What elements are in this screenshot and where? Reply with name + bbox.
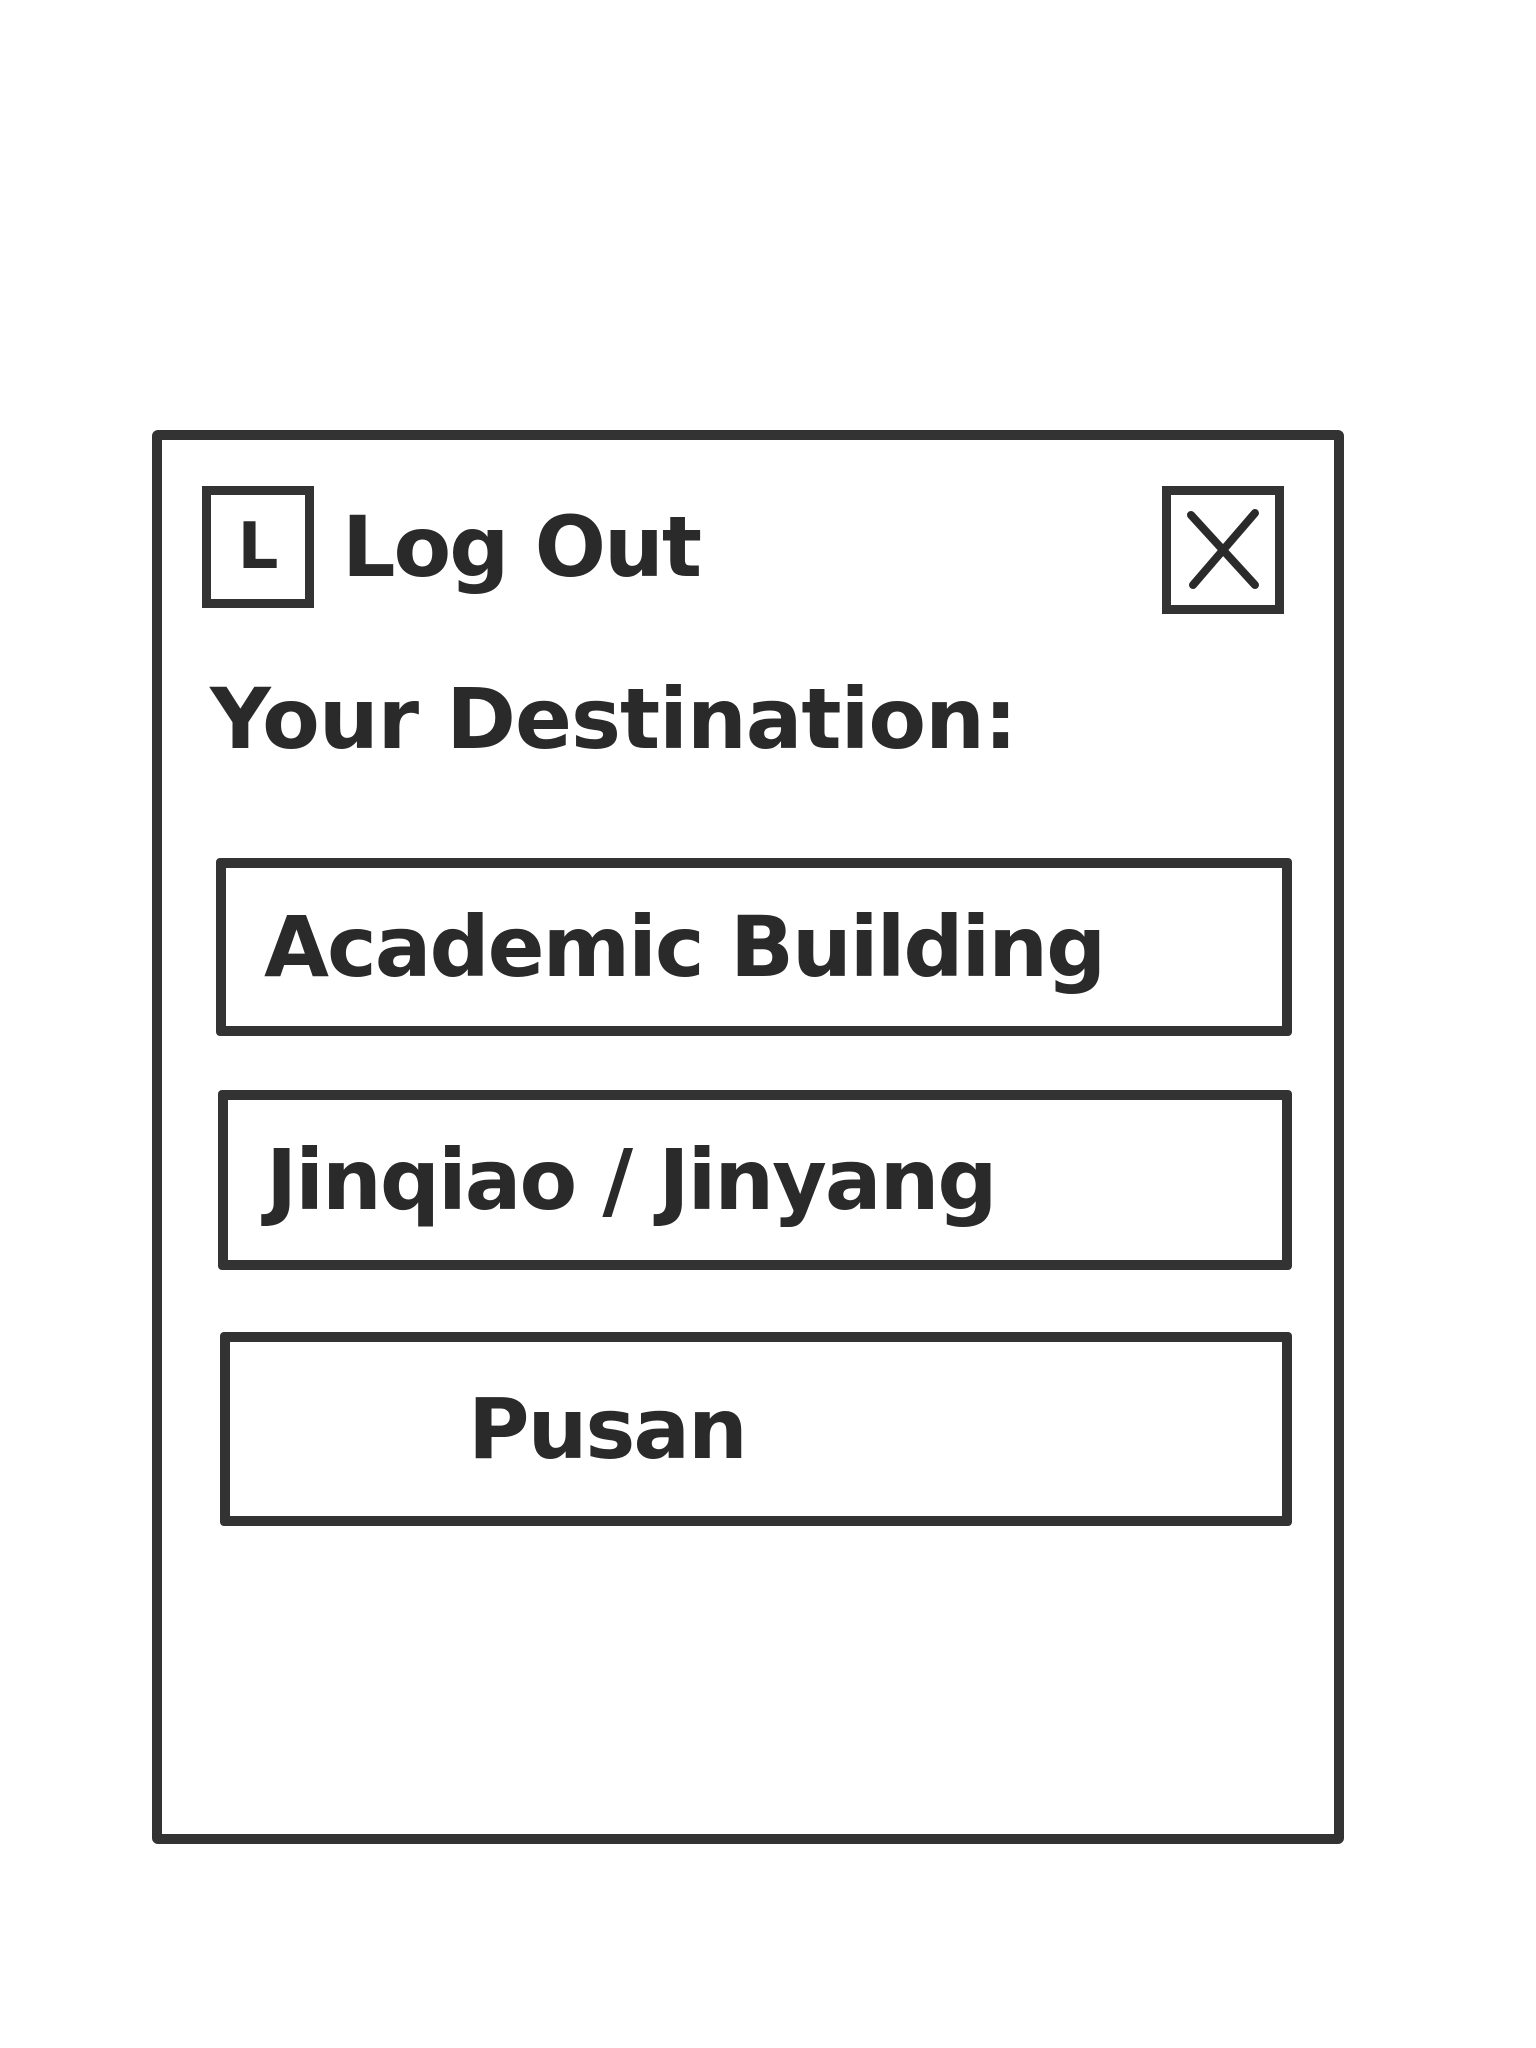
logout-icon-letter: L [237,510,279,584]
logout-label: Log Out [342,498,702,596]
destination-option-jinqiao-jinyang[interactable]: Jinqiao / Jinyang [218,1090,1292,1270]
destination-option-pusan[interactable]: Pusan [220,1332,1292,1526]
logout-icon: L [202,486,314,608]
destination-option-label: Pusan [468,1380,748,1478]
logout-button[interactable]: L Log Out [202,486,702,608]
close-button[interactable] [1162,486,1284,614]
destination-option-academic-building[interactable]: Academic Building [216,858,1292,1036]
destination-panel: L Log Out Your Destination: Academic Bui… [152,430,1344,1844]
destination-heading: Your Destination: [210,670,1017,768]
destination-option-label: Jinqiao / Jinyang [266,1131,998,1229]
destination-option-label: Academic Building [264,898,1106,996]
close-icon [1187,509,1259,589]
